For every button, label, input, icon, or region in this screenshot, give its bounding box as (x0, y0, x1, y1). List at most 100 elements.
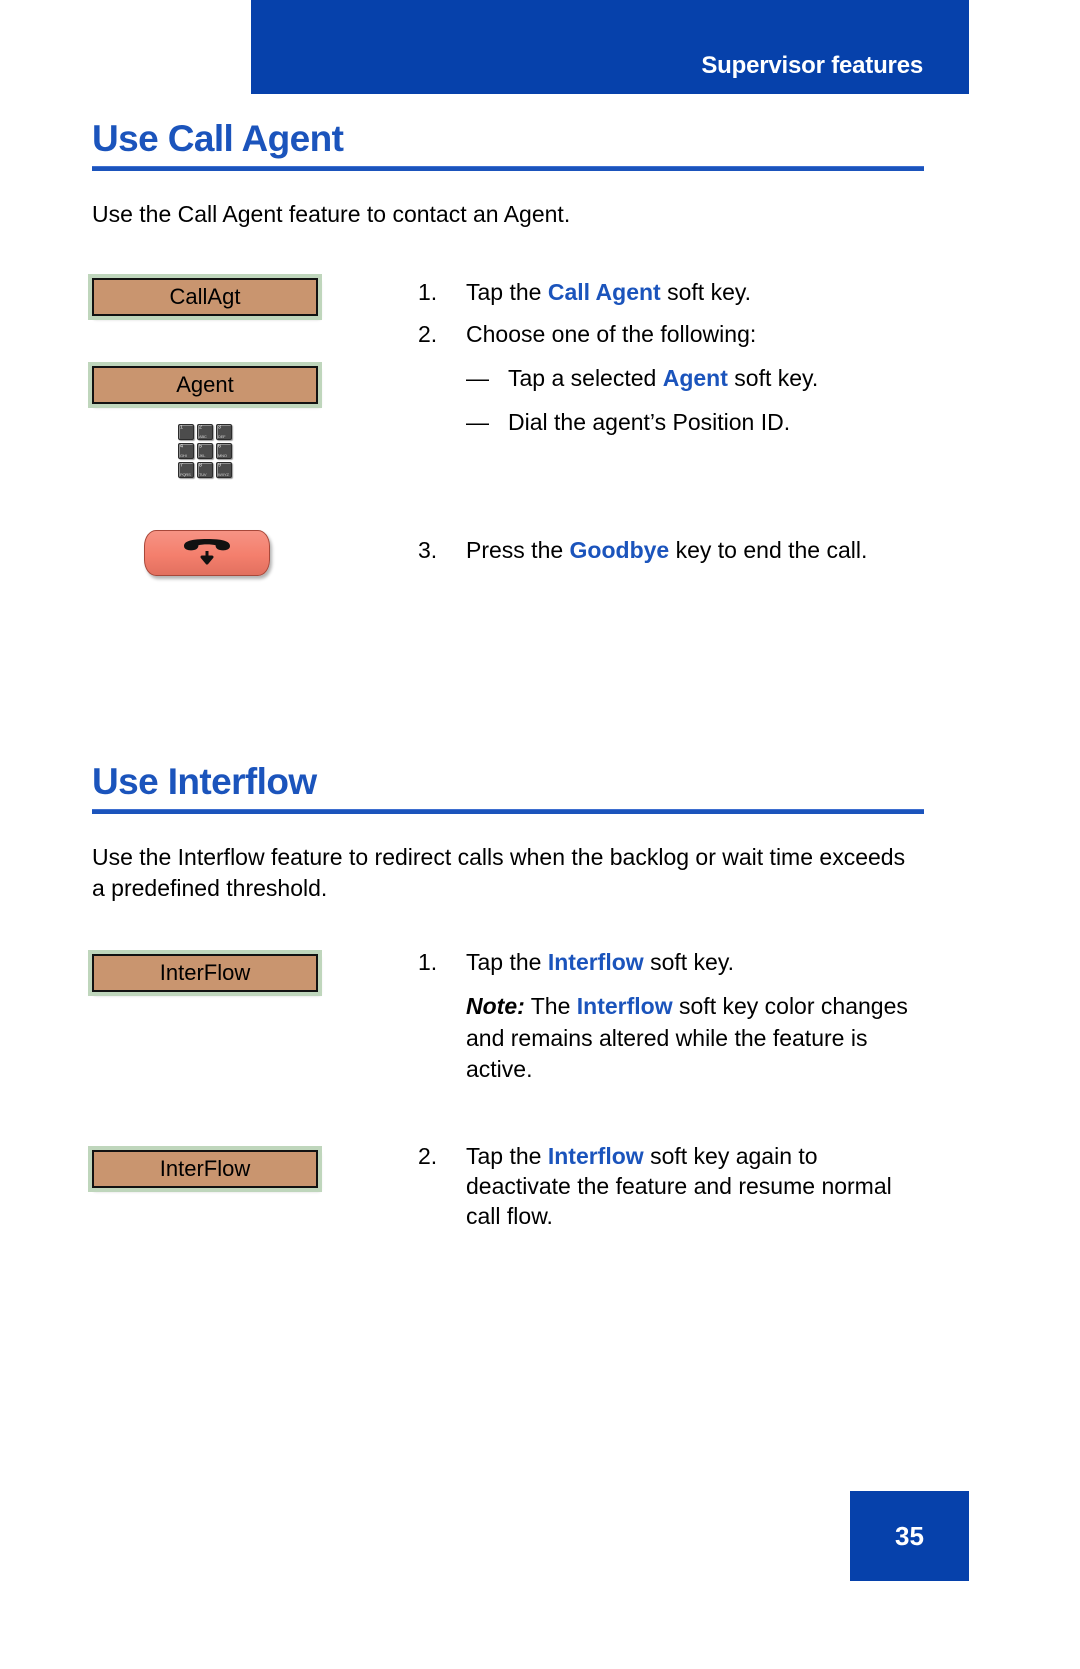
keypad-digit: 8 (199, 463, 203, 469)
step-subitem: — Tap a selected Agent soft key. (418, 364, 924, 394)
note-text-part: The (524, 992, 577, 1019)
page-title: Use Call Agent (92, 118, 344, 159)
page-header-banner: Supervisor features (251, 0, 969, 94)
document-page: Supervisor features Use Call Agent Use t… (0, 0, 1080, 1669)
step-text-part: Press the (466, 537, 570, 564)
step-body: 1. Tap the Call Agent soft key. (416, 278, 924, 308)
keypad-key: 6 MNO (216, 443, 232, 460)
step-number: 2. (418, 1143, 438, 1170)
step-text-part: Tap the (466, 1143, 548, 1170)
step-text-emphasis: Call Agent (547, 279, 661, 306)
softkey-label: Agent (176, 372, 234, 398)
title-rule (92, 166, 924, 171)
keypad-letters: DEF (218, 434, 226, 440)
keypad-digit: 1 (180, 425, 184, 431)
step-text-part: soft key. (660, 279, 752, 306)
handset-down-icon (184, 539, 230, 565)
step-subitem: — Dial the agent’s Position ID. (418, 408, 924, 438)
step-text-part: soft key. (643, 949, 735, 976)
em-dash-marker: — (466, 408, 489, 435)
keypad-letters: WXYZ (218, 472, 229, 478)
step-text-part: key to end the call. (669, 537, 868, 564)
keypad-letters: JKL (199, 453, 206, 459)
step-body: 3. Press the Goodbye key to end the call… (416, 536, 924, 566)
step-row: InterFlow 2. Tap the Interflow soft key … (92, 1143, 924, 1232)
section-intro: Use the Call Agent feature to contact an… (92, 201, 571, 227)
step-body: 2. Tap the Interflow soft key again to d… (416, 1142, 924, 1232)
step-row: InterFlow 1. Tap the Interflow soft key.… (92, 949, 924, 1086)
softkey-label: InterFlow (159, 1156, 251, 1182)
step-line: 2. Choose one of the following: (418, 320, 924, 350)
softkey-label: InterFlow (159, 960, 251, 986)
step-figure (92, 530, 416, 577)
step-line: 3. Press the Goodbye key to end the call… (418, 536, 924, 566)
softkey-interflow[interactable]: InterFlow (92, 1150, 318, 1189)
note-block: Note: The Interflow soft key color chang… (418, 991, 924, 1086)
step-line: 2. Tap the Interflow soft key again to d… (418, 1142, 924, 1232)
step-list: InterFlow 1. Tap the Interflow soft key.… (92, 949, 924, 1232)
page-subtitle: Use Interflow (92, 761, 317, 802)
step-figure: InterFlow (92, 1150, 416, 1189)
step-figure: Agent 1 2 ABC 3 DEF 4 GHI 5 JKL 6 MNO 7 PQRS 8… (92, 366, 416, 479)
keypad-digit: 9 (218, 463, 222, 469)
keypad-icon: 1 2 ABC 3 DEF 4 GHI 5 JKL 6 MNO 7 PQRS 8 TUV 9 W… (178, 424, 232, 479)
step-text-emphasis: Interflow (547, 949, 644, 976)
step-number: 1. (418, 279, 438, 306)
keypad-letters: PQRS (180, 472, 191, 478)
page-footer-bar: 35 (850, 1491, 969, 1581)
step-figure: CallAgt (92, 278, 416, 317)
keypad-key: 1 (178, 424, 194, 441)
step-line: 1. Tap the Interflow soft key. (418, 948, 924, 978)
keypad-key: 5 JKL (197, 443, 213, 460)
step-text-emphasis: Goodbye (569, 537, 670, 564)
title-rule (92, 809, 924, 814)
keypad-letters: GHI (180, 453, 187, 459)
step-text: Tap the Interflow soft key. (466, 948, 924, 978)
step-row: CallAgt 1. Tap the Call Agent soft key. (92, 278, 924, 317)
note-label: Note: (466, 992, 525, 1019)
keypad-letters: TUV (199, 472, 207, 478)
keypad-digit: 3 (218, 425, 222, 431)
step-text-emphasis: Interflow (547, 1143, 644, 1170)
goodbye-key-button[interactable] (144, 530, 270, 577)
step-text: Choose one of the following: (466, 321, 757, 348)
step-row: 3. Press the Goodbye key to end the call… (92, 530, 924, 577)
step-number: 1. (418, 949, 438, 976)
softkey-interflow[interactable]: InterFlow (92, 954, 318, 993)
keypad-digit: 7 (180, 463, 184, 469)
keypad-key: 7 PQRS (178, 462, 194, 479)
step-text: Tap the Call Agent soft key. (466, 278, 924, 308)
keypad-letters: ABC (199, 434, 207, 440)
softkey-label: CallAgt (169, 284, 241, 310)
step-text: Tap the Interflow soft key again to deac… (466, 1142, 924, 1232)
softkey-callagt[interactable]: CallAgt (92, 278, 318, 317)
step-text-part: Tap a selected (508, 364, 663, 391)
keypad-digit: 2 (199, 425, 203, 431)
step-figure: InterFlow (92, 954, 416, 993)
running-head: Supervisor features (701, 52, 923, 79)
step-row: Agent 1 2 ABC 3 DEF 4 GHI 5 JKL 6 MNO 7 PQRS 8… (92, 321, 924, 479)
step-subitem-text: Tap a selected Agent soft key. (508, 364, 924, 394)
keypad-digit: 4 (180, 444, 184, 450)
step-list: CallAgt 1. Tap the Call Agent soft key. (92, 278, 924, 577)
keypad-key: 2 ABC (197, 424, 213, 441)
keypad-digit: 6 (218, 444, 222, 450)
keypad-digit: 5 (199, 444, 203, 450)
keypad-letters: MNO (218, 453, 227, 459)
step-body: 1. Tap the Interflow soft key. Note: The… (416, 948, 924, 1086)
keypad-key: 4 GHI (178, 443, 194, 460)
section-intro: Use the Interflow feature to redirect ca… (92, 844, 906, 902)
section-use-call-agent: Use Call Agent Use the Call Agent featur… (92, 118, 924, 577)
softkey-agent[interactable]: Agent (92, 366, 318, 405)
step-text-emphasis: Agent (662, 364, 728, 391)
em-dash-marker: — (466, 364, 489, 391)
step-subitem-text: Dial the agent’s Position ID. (508, 408, 791, 435)
step-body: 2. Choose one of the following: — Tap a … (416, 320, 924, 438)
keypad-key: 8 TUV (197, 462, 213, 479)
keypad-key: 9 WXYZ (216, 462, 232, 479)
step-line: 1. Tap the Call Agent soft key. (418, 278, 924, 308)
step-text-part: soft key. (727, 364, 819, 391)
step-number: 2. (418, 321, 438, 348)
keypad-key: 3 DEF (216, 424, 232, 441)
section-use-interflow: Use Interflow Use the Interflow feature … (92, 763, 924, 1232)
